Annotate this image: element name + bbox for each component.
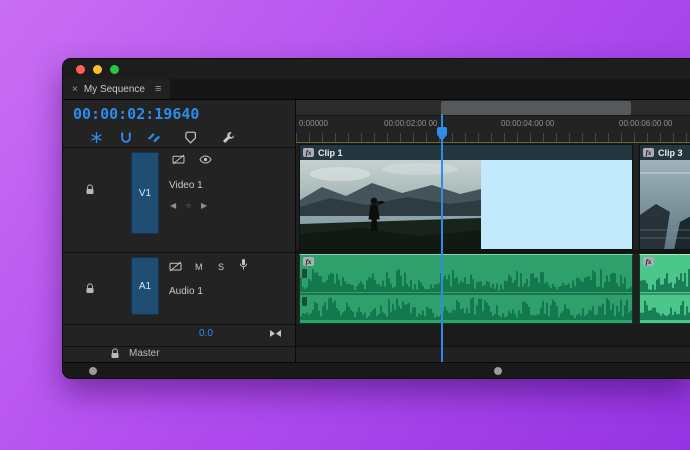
- nest-icon[interactable]: [87, 129, 105, 145]
- fx-badge[interactable]: fx: [303, 148, 314, 157]
- panel-menu-icon[interactable]: ≡: [155, 83, 161, 95]
- timeline-tracks-area: 0:00000 00:00:02:00 00 00:00:04:00 00 00…: [296, 100, 690, 362]
- video-track-target[interactable]: V1: [131, 152, 159, 234]
- track-header-panel: 00:00:02:19640 V1 Video 1 ◀ ○ ▶ A1 M S A…: [63, 100, 296, 362]
- track-output-eye-icon[interactable]: [199, 155, 212, 164]
- divider: [63, 147, 295, 148]
- lock-icon[interactable]: [85, 184, 95, 195]
- master-track-lane[interactable]: [296, 346, 690, 362]
- channel-divider: [300, 293, 632, 295]
- divider: [63, 324, 295, 325]
- ruler-ticks: [296, 133, 690, 142]
- waveform: [640, 296, 690, 320]
- divider: [63, 252, 295, 253]
- linked-selection-icon[interactable]: [145, 129, 163, 145]
- ruler-label: 00:00:04:00 00: [501, 119, 555, 128]
- waveform: [300, 296, 632, 320]
- voiceover-mic-icon[interactable]: [239, 258, 248, 271]
- scrollbar-knob-center[interactable]: [494, 367, 502, 375]
- lock-icon[interactable]: [85, 283, 95, 294]
- add-marker-icon[interactable]: [181, 129, 199, 145]
- sequence-tab[interactable]: × My Sequence ≡: [63, 79, 171, 99]
- close-button[interactable]: [76, 64, 85, 74]
- prev-keyframe-icon[interactable]: ◀: [170, 201, 176, 210]
- channel-divider: [640, 293, 690, 295]
- minimize-button[interactable]: [93, 64, 102, 74]
- next-keyframe-icon[interactable]: ▶: [201, 201, 207, 210]
- ruler-label: 00:00:06:00 00: [619, 119, 673, 128]
- clip-header: fx Clip 3: [640, 145, 690, 160]
- clip-thumbnail: [300, 160, 481, 249]
- titlebar: [63, 59, 690, 79]
- video-track-name[interactable]: Video 1: [169, 180, 203, 191]
- audio-track-name[interactable]: Audio 1: [169, 286, 203, 297]
- work-area-line: [296, 142, 690, 143]
- panel-tabbar: × My Sequence ≡: [63, 79, 690, 100]
- time-ruler[interactable]: 0:00000 00:00:02:00 00 00:00:04:00 00 00…: [296, 100, 690, 142]
- timeline-panel: 00:00:02:19640 V1 Video 1 ◀ ○ ▶ A1 M S A…: [63, 100, 690, 362]
- audio-track-target[interactable]: A1: [131, 257, 159, 315]
- clip-thumbnail: [640, 160, 690, 249]
- fx-badge[interactable]: fx: [643, 148, 654, 157]
- timeline-window: × My Sequence ≡ 00:00:02:19640 V1 Video …: [62, 58, 690, 379]
- fx-badge[interactable]: fx: [303, 257, 314, 266]
- fx-badge[interactable]: fx: [643, 257, 654, 266]
- sync-lock-icon[interactable]: [172, 154, 185, 165]
- playhead-line[interactable]: [441, 114, 443, 362]
- sync-lock-icon[interactable]: [169, 261, 182, 272]
- zoom-scrollbar[interactable]: [296, 100, 690, 116]
- clip-header: fx Clip 1: [300, 145, 632, 160]
- clip-label: Clip 3: [658, 147, 683, 158]
- tab-title: My Sequence: [83, 83, 145, 95]
- lock-icon[interactable]: [110, 348, 120, 359]
- audio-clip-1[interactable]: fx: [299, 254, 633, 324]
- timeline-settings-icon[interactable]: [219, 129, 237, 145]
- keyframe-nav: ◀ ○ ▶: [170, 201, 207, 210]
- clip-label: Clip 1: [318, 147, 343, 158]
- tab-close-icon[interactable]: ×: [72, 84, 78, 95]
- horizontal-scrollbar[interactable]: [63, 362, 690, 378]
- ruler-label: 0:00000: [299, 119, 328, 128]
- clip-selection-region[interactable]: [481, 160, 632, 249]
- ruler-label: 00:00:02:00 00: [384, 119, 438, 128]
- waveform: [640, 268, 690, 292]
- keyframe-toggle-icon[interactable]: [269, 329, 282, 338]
- solo-button[interactable]: S: [218, 262, 224, 272]
- snap-icon[interactable]: [117, 129, 135, 145]
- master-track-label: Master: [129, 348, 160, 359]
- zoom-button[interactable]: [110, 64, 119, 74]
- work-area-band[interactable]: [441, 101, 631, 115]
- divider: [63, 346, 295, 347]
- waveform: [300, 268, 632, 292]
- desktop: { "window": { "traffic_lights": ["#ff5f5…: [0, 0, 690, 450]
- scrollbar-knob-left[interactable]: [89, 367, 97, 375]
- video-clip-3[interactable]: fx Clip 3: [639, 144, 690, 250]
- playhead-timecode[interactable]: 00:00:02:19640: [73, 105, 199, 123]
- add-keyframe-icon[interactable]: ○: [186, 201, 191, 210]
- mute-button[interactable]: M: [195, 262, 203, 272]
- audio-clip-3[interactable]: fx: [639, 254, 690, 324]
- video-clip-1[interactable]: fx Clip 1: [299, 144, 633, 250]
- gain-value[interactable]: 0.0: [199, 328, 213, 339]
